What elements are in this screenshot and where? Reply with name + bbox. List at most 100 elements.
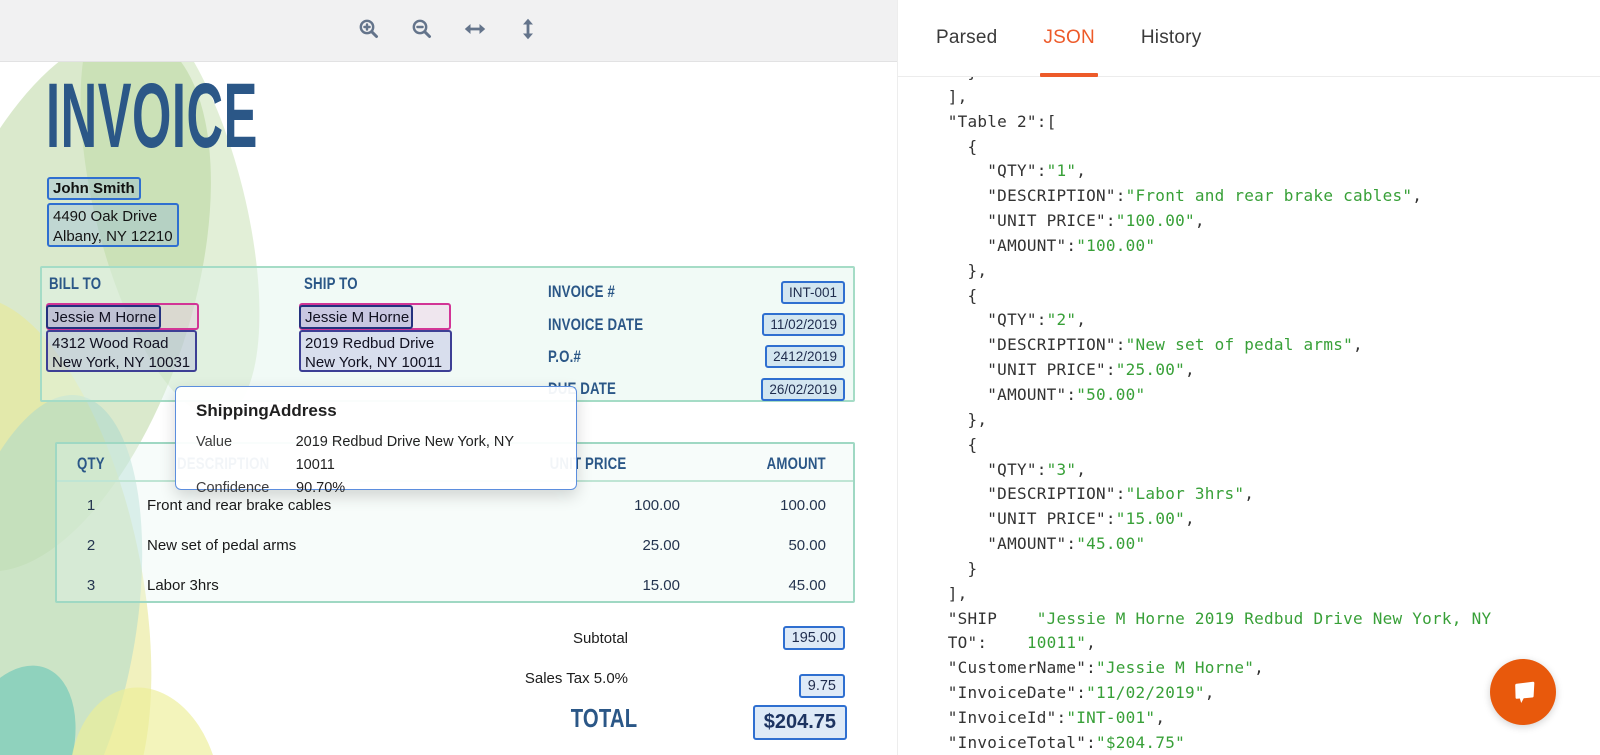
- tab-history[interactable]: History: [1141, 0, 1202, 76]
- invoice-meta-row: INVOICE # INT-001: [548, 276, 845, 308]
- code-line: "SHIP "Jessie M Horne 2019 Redbud Drive …: [928, 607, 1600, 632]
- code-line: }: [928, 557, 1600, 582]
- zoom-out-button[interactable]: [409, 18, 435, 44]
- code-line: "UNIT PRICE":"100.00",: [928, 209, 1600, 234]
- subtotal-label: Subtotal: [350, 630, 628, 647]
- table-header-qty: QTY: [77, 454, 105, 474]
- fit-height-icon: [516, 17, 540, 44]
- detection-box-sales-tax[interactable]: 9.75: [799, 674, 845, 698]
- invoice-meta-label: INVOICE #: [548, 282, 615, 302]
- results-panel: Parsed JSON History } ], "Table 2":[ { "…: [897, 0, 1600, 755]
- line-item-unit-price: 100.00: [560, 497, 680, 514]
- line-item-qty: 3: [57, 577, 125, 594]
- sales-tax-label: Sales Tax 5.0%: [350, 670, 628, 687]
- line-item-qty: 2: [57, 537, 125, 554]
- fit-width-button[interactable]: [462, 18, 488, 44]
- line-item-row: 2 New set of pedal arms 25.00 50.00: [57, 526, 853, 566]
- tooltip-value: 2019 Redbud Drive New York, NY 10011: [296, 431, 556, 477]
- line-item-description: New set of pedal arms: [125, 537, 560, 554]
- chat-bubble-icon: [1506, 674, 1540, 711]
- code-line: {: [928, 433, 1600, 458]
- code-line: "AMOUNT":"50.00": [928, 383, 1600, 408]
- tab-json[interactable]: JSON: [1043, 0, 1094, 76]
- code-line: "AMOUNT":"100.00": [928, 234, 1600, 259]
- tab-parsed[interactable]: Parsed: [936, 0, 997, 76]
- code-line: "DESCRIPTION":"Front and rear brake cabl…: [928, 184, 1600, 209]
- tooltip-confidence-label: Confidence: [196, 477, 296, 500]
- shipping-address-line2: New York, NY 10011: [305, 353, 450, 372]
- billing-address-line2: New York, NY 10031: [52, 353, 195, 372]
- tooltip-field-name: ShippingAddress: [196, 401, 556, 421]
- code-line: ],: [928, 582, 1600, 607]
- document-viewer-pane: INVOICE John Smith 4490 Oak Drive Albany…: [0, 0, 897, 755]
- code-line: }: [928, 77, 1600, 85]
- total-label: TOTAL: [571, 703, 637, 734]
- invoice-title: INVOICE: [46, 70, 258, 162]
- line-item-amount: 100.00: [680, 497, 853, 514]
- code-line: "AMOUNT":"45.00": [928, 532, 1600, 557]
- json-output-viewport[interactable]: } ], "Table 2":[ { "QTY":"1", "DESCRIPTI…: [898, 77, 1600, 755]
- zoom-out-icon: [410, 17, 434, 44]
- document-toolbar: [0, 0, 897, 62]
- detection-box-meta-value[interactable]: INT-001: [781, 281, 845, 304]
- fit-width-icon: [463, 17, 487, 44]
- code-line: {: [928, 284, 1600, 309]
- fit-height-button[interactable]: [515, 18, 541, 44]
- ship-to-label: SHIP TO: [304, 274, 358, 294]
- code-line: "QTY":"2",: [928, 308, 1600, 333]
- code-line: "DESCRIPTION":"Labor 3hrs",: [928, 482, 1600, 507]
- line-item-description: Labor 3hrs: [125, 577, 560, 594]
- code-line: },: [928, 408, 1600, 433]
- code-line: {: [928, 135, 1600, 160]
- bill-to-label: BILL TO: [49, 274, 101, 294]
- app-window: INVOICE John Smith 4490 Oak Drive Albany…: [0, 0, 1600, 755]
- table-header-amount: AMOUNT: [767, 454, 826, 474]
- chat-launcher-button[interactable]: [1490, 659, 1556, 725]
- vendor-address-line1: 4490 Oak Drive: [53, 207, 177, 227]
- invoice-meta-row: INVOICE DATE 11/02/2019: [548, 308, 845, 340]
- code-line: TO": 10011",: [928, 631, 1600, 656]
- shipping-address-line1: 2019 Redbud Drive: [305, 334, 450, 353]
- invoice-meta-label: P.O.#: [548, 347, 581, 367]
- code-line: "UNIT PRICE":"25.00",: [928, 358, 1600, 383]
- line-item-unit-price: 15.00: [560, 577, 680, 594]
- invoice-document[interactable]: INVOICE John Smith 4490 Oak Drive Albany…: [0, 62, 897, 755]
- invoice-meta: INVOICE # INT-001 INVOICE DATE 11/02/201…: [548, 276, 845, 406]
- zoom-in-icon: [357, 17, 381, 44]
- detection-box-meta-value[interactable]: 2412/2019: [765, 345, 845, 368]
- tooltip-value-label: Value: [196, 431, 296, 477]
- line-items: 1 Front and rear brake cables 100.00 100…: [57, 486, 853, 605]
- code-line: "QTY":"3",: [928, 458, 1600, 483]
- billing-address-line1: 4312 Wood Road: [52, 334, 195, 353]
- results-tabs: Parsed JSON History: [898, 0, 1600, 77]
- line-item-qty: 1: [57, 497, 125, 514]
- line-item-amount: 50.00: [680, 537, 853, 554]
- field-tooltip: ShippingAddress Value 2019 Redbud Drive …: [175, 386, 577, 490]
- zoom-in-button[interactable]: [356, 18, 382, 44]
- code-line: "InvoiceTotal":"$204.75": [928, 731, 1600, 755]
- code-line: "UNIT PRICE":"15.00",: [928, 507, 1600, 532]
- detection-box-total[interactable]: $204.75: [753, 705, 847, 740]
- detection-box-billing-address[interactable]: 4312 Wood Road New York, NY 10031: [46, 330, 197, 372]
- detection-box-shipping-address[interactable]: 2019 Redbud Drive New York, NY 10011: [299, 330, 452, 372]
- detection-box-customer-name[interactable]: John Smith: [47, 177, 141, 200]
- invoice-meta-row: DUE DATE 26/02/2019: [548, 373, 845, 405]
- vendor-address-line2: Albany, NY 12210: [53, 227, 177, 247]
- detection-box-vendor-address[interactable]: 4490 Oak Drive Albany, NY 12210: [47, 203, 179, 247]
- json-output: } ], "Table 2":[ { "QTY":"1", "DESCRIPTI…: [928, 77, 1600, 755]
- detection-box-meta-value[interactable]: 26/02/2019: [761, 378, 845, 401]
- line-item-unit-price: 25.00: [560, 537, 680, 554]
- detection-box-subtotal[interactable]: 195.00: [783, 626, 845, 650]
- code-line: ],: [928, 85, 1600, 110]
- code-line: "DESCRIPTION":"New set of pedal arms",: [928, 333, 1600, 358]
- code-line: "QTY":"1",: [928, 159, 1600, 184]
- line-item-row: 3 Labor 3hrs 15.00 45.00: [57, 565, 853, 605]
- invoice-meta-row: P.O.# 2412/2019: [548, 341, 845, 373]
- detection-box-bill-name[interactable]: Jessie M Horne: [46, 305, 161, 329]
- code-line: "Table 2":[: [928, 110, 1600, 135]
- code-line: },: [928, 259, 1600, 284]
- tooltip-confidence: 90.70%: [296, 477, 345, 500]
- detection-box-ship-name[interactable]: Jessie M Horne: [299, 305, 413, 329]
- invoice-meta-label: INVOICE DATE: [548, 315, 643, 335]
- detection-box-meta-value[interactable]: 11/02/2019: [762, 313, 845, 336]
